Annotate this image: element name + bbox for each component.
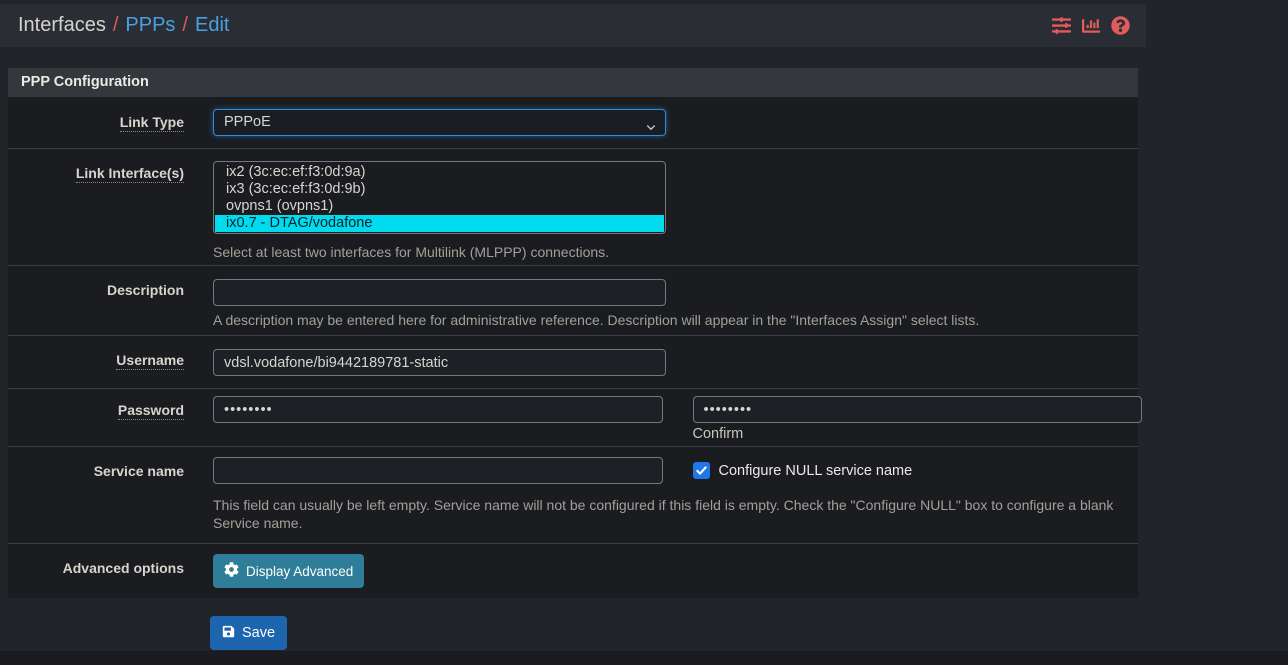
select-option[interactable]: ix2 (3c:ec:ef:f3:0d:9a) (215, 164, 664, 181)
sliders-icon[interactable] (1052, 16, 1071, 35)
password-label: Password (118, 402, 184, 420)
password-input[interactable] (213, 396, 663, 423)
navbar-icons (1052, 16, 1130, 35)
display-advanced-button[interactable]: Display Advanced (213, 554, 364, 588)
username-input[interactable] (213, 349, 666, 376)
select-option[interactable]: ix0.7 - DTAG/vodafone (215, 215, 664, 232)
service-name-input[interactable] (213, 457, 663, 484)
form-row-description: Description A description may be entered… (8, 266, 1138, 336)
gear-icon (224, 562, 239, 580)
breadcrumb-separator: / (113, 14, 119, 37)
advanced-options-label: Advanced options (63, 560, 184, 576)
select-option[interactable]: ovpns1 (ovpns1) (215, 198, 664, 215)
form-row-service-name: Service name Configure NULL service name (8, 447, 1138, 544)
link-type-label: Link Type (120, 114, 184, 132)
main-content: Interfaces / PPPs / Edit PPP Configurati… (0, 0, 1146, 650)
chart-bar-icon[interactable] (1082, 17, 1100, 35)
form-row-link-type: Link Type PPPoE (8, 97, 1138, 149)
footer-bar (0, 651, 1288, 665)
service-name-label: Service name (94, 463, 184, 479)
username-label: Username (116, 352, 184, 370)
configure-null-checkbox-label[interactable]: Configure NULL service name (719, 463, 913, 479)
link-interfaces-help: Select at least two interfaces for Multi… (213, 243, 1142, 261)
panel-title: PPP Configuration (8, 68, 1138, 97)
breadcrumb: Interfaces / PPPs / Edit (18, 14, 229, 37)
help-icon[interactable] (1111, 16, 1130, 35)
select-option[interactable]: ix3 (3c:ec:ef:f3:0d:9b) (215, 181, 664, 198)
display-advanced-label: Display Advanced (246, 564, 353, 579)
password-confirm-input[interactable] (693, 396, 1143, 423)
save-icon (222, 625, 235, 642)
save-row: Save (210, 616, 1146, 650)
description-help: A description may be entered here for ad… (213, 311, 1142, 329)
breadcrumb-link-ppps[interactable]: PPPs (125, 14, 175, 37)
breadcrumb-separator: / (182, 14, 188, 37)
breadcrumb-section: Interfaces (18, 14, 106, 37)
configure-null-checkbox[interactable] (693, 462, 710, 479)
description-label: Description (107, 282, 184, 298)
link-type-select[interactable]: PPPoE (213, 109, 666, 136)
description-input[interactable] (213, 279, 666, 306)
save-label: Save (242, 625, 275, 641)
top-navbar: Interfaces / PPPs / Edit (0, 4, 1146, 47)
form-row-advanced-options: Advanced options Display Advanced (8, 544, 1138, 598)
link-type-selected-value: PPPoE (224, 114, 271, 130)
service-name-help: This field can usually be left empty. Se… (213, 496, 1118, 532)
ppp-configuration-panel: PPP Configuration Link Type PPPoE Link I… (8, 68, 1138, 598)
form-row-password: Password Confirm (8, 389, 1138, 447)
form-row-link-interfaces: Link Interface(s) ix2 (3c:ec:ef:f3:0d:9a… (8, 149, 1138, 266)
chevron-down-icon (645, 117, 657, 142)
link-interfaces-label: Link Interface(s) (76, 165, 184, 183)
link-interfaces-select[interactable]: ix2 (3c:ec:ef:f3:0d:9a)ix3 (3c:ec:ef:f3:… (213, 161, 666, 234)
breadcrumb-link-edit[interactable]: Edit (195, 14, 229, 37)
save-button[interactable]: Save (210, 616, 287, 650)
form-row-username: Username (8, 336, 1138, 389)
confirm-label: Confirm (693, 426, 1143, 442)
